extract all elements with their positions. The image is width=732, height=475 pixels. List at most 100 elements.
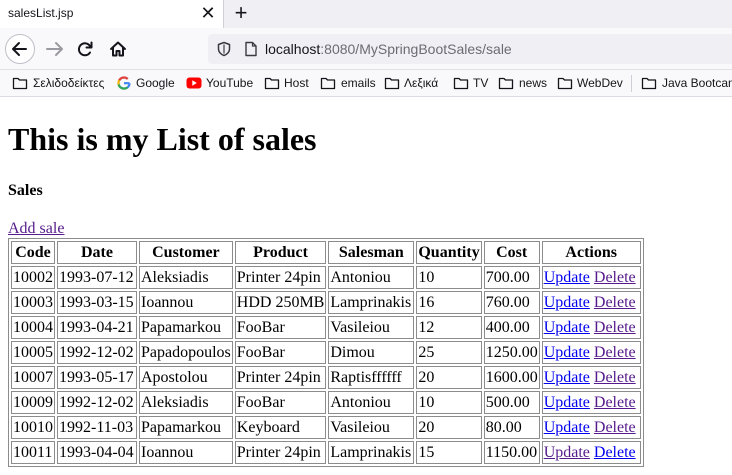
update-link[interactable]: Update — [544, 419, 590, 436]
bookmark-label: Host — [284, 76, 309, 90]
cell-salesman: Dimou — [328, 341, 415, 364]
cell-quantity: 16 — [416, 291, 482, 314]
cell-cost: 1250.00 — [483, 341, 540, 364]
update-link[interactable]: Update — [544, 269, 590, 286]
folder-icon — [498, 77, 514, 90]
bookmark-youtube[interactable]: YouTube — [186, 74, 256, 92]
bookmark-host[interactable]: Host — [264, 74, 314, 92]
page-title: This is my List of sales — [8, 121, 317, 157]
cell-customer: Apostolou — [139, 366, 233, 389]
cell-cost: 700.00 — [483, 266, 540, 289]
address-bar[interactable]: localhost:8080/MySpringBootSales/sale — [208, 34, 732, 64]
cell-salesman: Antoniou — [328, 266, 415, 289]
cell-code: 10009 — [11, 391, 55, 414]
delete-link[interactable]: Delete — [594, 369, 636, 386]
cell-actions: Update Delete — [541, 366, 641, 389]
cell-cost: 1150.00 — [483, 441, 540, 464]
bookmark-emails[interactable]: emails — [320, 74, 380, 92]
folder-icon — [264, 77, 280, 90]
cell-date: 1992-12-02 — [57, 341, 137, 364]
section-heading: Sales — [8, 182, 43, 199]
arrow-right-icon — [46, 42, 63, 56]
cell-date: 1992-11-03 — [57, 416, 137, 439]
cell-cost: 400.00 — [483, 316, 540, 339]
delete-link[interactable]: Delete — [594, 344, 636, 361]
folder-icon — [453, 77, 469, 90]
bookmark-label: Λεξικά — [404, 76, 439, 90]
header-customer: Customer — [139, 241, 233, 264]
delete-link[interactable]: Delete — [594, 419, 636, 436]
cell-salesman: Raptisffffff — [328, 366, 415, 389]
url-path: :8080/MySpringBootSales/sale — [320, 41, 512, 57]
cell-product: FooBar — [234, 316, 327, 339]
bookmarks-separator — [631, 75, 632, 92]
delete-link[interactable]: Delete — [594, 444, 636, 461]
table-row: 10002 1993-07-12 Aleksiadis Printer 24pin An… — [11, 266, 641, 289]
bookmark-tv[interactable]: TV — [453, 74, 493, 92]
cell-code: 10004 — [11, 316, 55, 339]
bookmark-google[interactable]: Google — [116, 74, 178, 92]
update-link[interactable]: Update — [544, 319, 590, 336]
cell-code: 10011 — [11, 441, 55, 464]
cell-product: HDD 250MB — [234, 291, 327, 314]
reload-button[interactable] — [70, 34, 100, 64]
cell-date: 1992-12-02 — [57, 391, 137, 414]
bookmark-bookmarks-folder[interactable]: Σελιδοδείκτες — [12, 74, 112, 92]
page-icon[interactable] — [244, 41, 258, 57]
forward-button[interactable] — [40, 34, 70, 64]
bookmark-webdev[interactable]: WebDev — [557, 74, 625, 92]
delete-link[interactable]: Delete — [594, 394, 636, 411]
shield-icon[interactable] — [216, 41, 232, 57]
delete-link[interactable]: Delete — [594, 319, 636, 336]
table-row: 10010 1992-11-03 Papamarkou Keyboard Vasilei… — [11, 416, 641, 439]
bookmark-news[interactable]: news — [498, 74, 550, 92]
url-host: localhost — [265, 41, 321, 57]
cell-product: Printer 24pin — [234, 266, 327, 289]
home-button[interactable] — [103, 34, 133, 64]
update-link[interactable]: Update — [544, 444, 590, 461]
cell-customer: Papamarkou — [139, 416, 233, 439]
cell-salesman: Lamprinakis — [328, 441, 415, 464]
bookmarks-toolbar: Σελιδοδείκτες Google YouTube Host emails… — [0, 70, 732, 97]
youtube-icon — [186, 77, 202, 89]
update-link[interactable]: Update — [544, 344, 590, 361]
cell-actions: Update Delete — [541, 441, 641, 464]
update-link[interactable]: Update — [544, 369, 590, 386]
close-tab-icon[interactable]: ✕ — [199, 3, 217, 23]
back-button[interactable] — [5, 34, 35, 64]
new-tab-button[interactable]: + — [231, 1, 251, 25]
cell-quantity: 12 — [416, 316, 482, 339]
bookmark-label: TV — [473, 76, 489, 90]
bookmark-label: WebDev — [577, 76, 623, 90]
cell-quantity: 10 — [416, 391, 482, 414]
header-actions: Actions — [541, 241, 641, 264]
tab-saleslist[interactable]: salesList.jsp ✕ — [0, 0, 224, 28]
cell-cost: 760.00 — [483, 291, 540, 314]
table-row: 10005 1992-12-02 Papadopoulos FooBar Dimou 25… — [11, 341, 641, 364]
cell-quantity: 10 — [416, 266, 482, 289]
bookmark-dictionaries[interactable]: Λεξικά — [384, 74, 444, 92]
header-date: Date — [57, 241, 137, 264]
cell-actions: Update Delete — [541, 341, 641, 364]
cell-customer: Aleksiadis — [139, 391, 233, 414]
header-code: Code — [11, 241, 55, 264]
folder-icon — [320, 77, 336, 90]
cell-salesman: Vasileiou — [328, 316, 415, 339]
header-quantity: Quantity — [416, 241, 482, 264]
delete-link[interactable]: Delete — [594, 294, 636, 311]
table-row: 10003 1993-03-15 Ioannou HDD 250MB Lamprinak… — [11, 291, 641, 314]
table-header-row: Code Date Customer Product Salesman Quan… — [11, 241, 641, 264]
cell-actions: Update Delete — [541, 266, 641, 289]
update-link[interactable]: Update — [544, 394, 590, 411]
cell-code: 10007 — [11, 366, 55, 389]
add-sale-link[interactable]: Add sale — [8, 220, 64, 238]
bookmark-java-bootcamp[interactable]: Java Bootcam — [641, 74, 732, 92]
header-product: Product — [234, 241, 327, 264]
cell-date: 1993-07-12 — [57, 266, 137, 289]
cell-product: Printer 24pin — [234, 441, 327, 464]
update-link[interactable]: Update — [544, 294, 590, 311]
header-salesman: Salesman — [328, 241, 415, 264]
url-text[interactable]: localhost:8080/MySpringBootSales/sale — [265, 41, 512, 57]
cell-quantity: 25 — [416, 341, 482, 364]
delete-link[interactable]: Delete — [594, 269, 636, 286]
